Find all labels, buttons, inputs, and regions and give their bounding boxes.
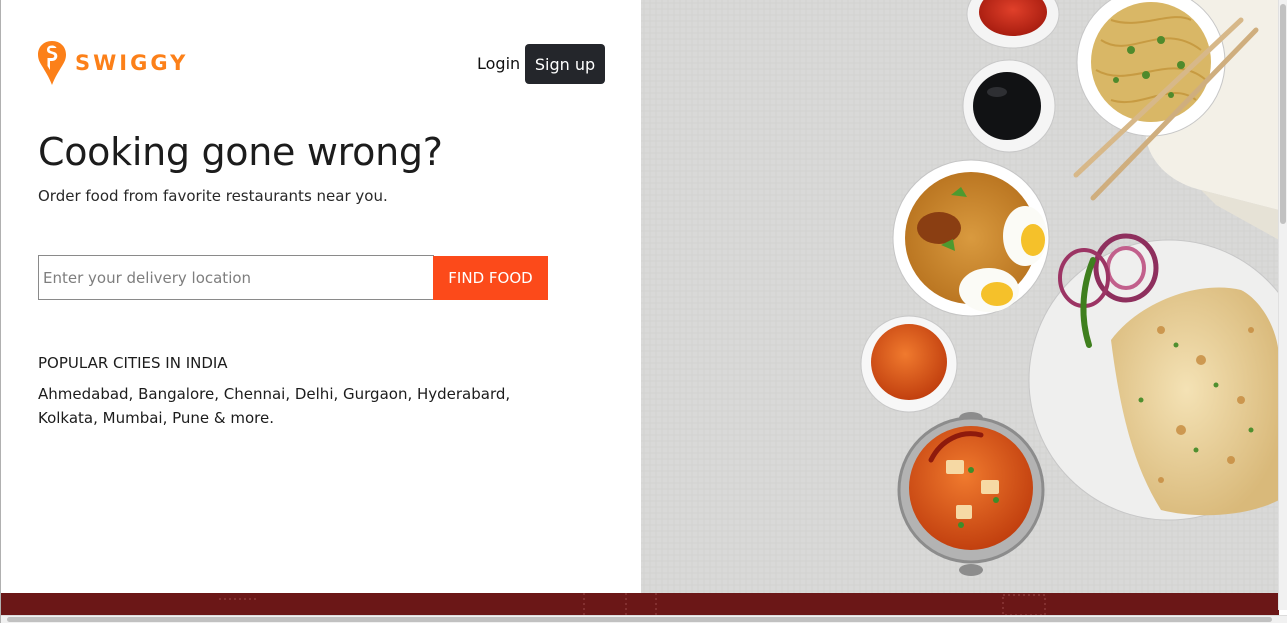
swiggy-logo-icon (38, 41, 66, 85)
landing-page: SWIGGY Login Sign up Cooking gone wrong?… (0, 0, 1287, 623)
login-link[interactable]: Login (477, 54, 520, 73)
vertical-scrollbar[interactable] (1278, 0, 1287, 610)
popular-cities-heading: POPULAR CITIES IN INDIA (38, 354, 228, 372)
horizontal-scrollbar-thumb[interactable] (7, 617, 1272, 622)
bottom-banner-strip (1, 593, 1279, 615)
brand-logo[interactable]: SWIGGY (37, 40, 188, 86)
popular-cities-list: Ahmedabad, Bangalore, Chennai, Delhi, Gu… (38, 385, 511, 427)
page-headline: Cooking gone wrong? (38, 130, 443, 174)
hero-food-image (641, 0, 1279, 593)
delivery-location-input[interactable] (38, 255, 434, 300)
vertical-scrollbar-thumb[interactable] (1280, 4, 1286, 224)
decorative-pattern (219, 593, 1046, 615)
brand-name: SWIGGY (75, 51, 189, 75)
page-subheadline: Order food from favorite restaurants nea… (38, 187, 388, 205)
left-panel: SWIGGY Login Sign up Cooking gone wrong?… (1, 0, 641, 593)
find-food-button[interactable]: FIND FOOD (433, 256, 548, 300)
horizontal-scrollbar[interactable] (1, 615, 1287, 623)
signup-button[interactable]: Sign up (525, 44, 605, 84)
food-spread-illustration (641, 0, 1279, 593)
